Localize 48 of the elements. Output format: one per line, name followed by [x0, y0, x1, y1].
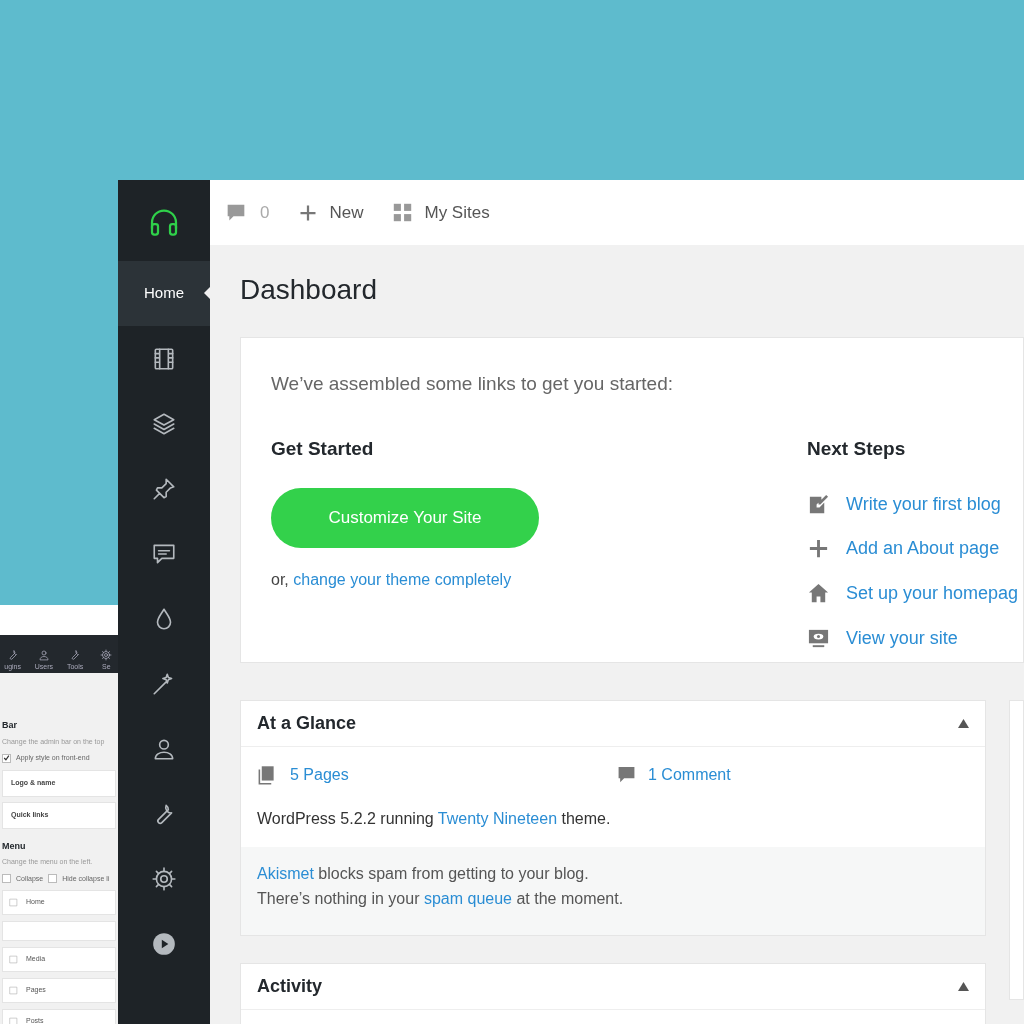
button-label: New — [329, 201, 364, 224]
my-sites-button[interactable]: My Sites — [393, 199, 490, 226]
section-heading: Next Steps — [807, 436, 907, 461]
akismet-text: Akismet blocks spam from getting to your blog. — [257, 864, 590, 884]
pages-link[interactable]: 5 Pages — [290, 763, 349, 787]
checkbox[interactable] — [48, 874, 58, 884]
button-label: My Sites — [424, 201, 490, 224]
page-title: Dashboard — [240, 273, 378, 307]
checkbox[interactable] — [2, 753, 11, 763]
gear-icon — [151, 865, 177, 892]
collapse-arrow-icon[interactable] — [958, 719, 969, 728]
box-title: Activity — [257, 975, 323, 998]
pages-icon — [257, 765, 276, 785]
square-icon — [9, 898, 18, 907]
gear-icon — [100, 649, 113, 661]
play-icon — [151, 930, 177, 957]
section-heading: Get Started — [271, 436, 375, 461]
square-icon — [9, 986, 18, 995]
akismet-text: There’s nothing in your spam queue at the moment. — [257, 889, 625, 909]
plus-icon — [807, 537, 830, 560]
collapse-arrow-icon[interactable] — [958, 982, 969, 991]
next-step-link[interactable]: View your site — [846, 625, 958, 652]
intro-text: We’ve assembled some links to get you started: — [271, 372, 674, 396]
speech-bubble-icon — [617, 765, 636, 785]
comment-count: 0 — [260, 201, 270, 224]
sidebar-item[interactable]: Home — [118, 261, 210, 326]
users-icon — [37, 649, 50, 661]
link[interactable]: change your theme completely — [293, 571, 512, 588]
new-button[interactable]: New — [299, 199, 364, 226]
house-icon — [807, 582, 830, 605]
link[interactable]: Twenty Nineteen — [437, 810, 558, 827]
check-icon — [3, 754, 10, 763]
theme-text: or, change your theme completely — [271, 570, 513, 590]
comments-link[interactable]: 1 Comment — [648, 763, 731, 787]
checkbox[interactable] — [2, 874, 11, 884]
next-step-link[interactable]: Add an About page — [846, 535, 1000, 562]
edit-icon — [807, 493, 830, 516]
version-text: WordPress 5.2.2 running Twenty Nineteen theme. — [256, 809, 612, 829]
pointer-icon — [204, 287, 210, 299]
next-step-link[interactable]: Set up your homepag — [846, 580, 1019, 607]
box-title: At a Glance — [257, 712, 357, 735]
section-heading: Menu — [2, 839, 27, 853]
screen-icon — [807, 627, 830, 650]
next-step-link[interactable]: Write your first blog — [846, 491, 1001, 518]
plus-icon — [299, 203, 318, 222]
section-heading: Bar — [2, 719, 18, 732]
square-icon — [9, 955, 18, 964]
grid-icon — [393, 203, 413, 222]
